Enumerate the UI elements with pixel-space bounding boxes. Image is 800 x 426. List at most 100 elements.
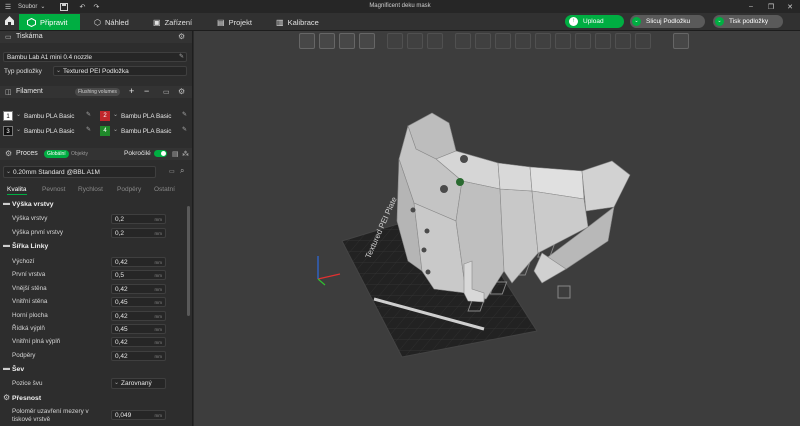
app-menu-icon[interactable]: ☰	[2, 0, 14, 13]
param-unit: mm	[154, 327, 163, 332]
undo-icon[interactable]: ↶	[75, 0, 89, 13]
param-line-width-input[interactable]: 0,42 mm	[111, 257, 166, 267]
save-preset-icon[interactable]: ▭	[169, 168, 175, 175]
param-layer-height-input[interactable]: 0,2 mm	[111, 214, 166, 224]
tab-project[interactable]: ▤ Projekt	[217, 14, 252, 30]
advanced-toggle[interactable]	[154, 150, 167, 157]
filament-settings-icon[interactable]: ⚙	[178, 87, 185, 96]
param-label: Výška první vrstvy	[12, 229, 64, 236]
filament-edit-icon[interactable]: ✎	[86, 126, 91, 133]
plate-type-value: Textured PEI Podložka	[63, 68, 129, 75]
param-line-width-input[interactable]: 0,45 mm	[111, 297, 166, 308]
upload-button[interactable]: ↑ Upload	[565, 15, 624, 28]
param-value: 0,45	[115, 299, 128, 307]
param-unit: mm	[154, 300, 163, 306]
device-icon: ▣	[153, 17, 161, 27]
filament-slot-name: Bambu PLA Basic	[121, 113, 172, 120]
calibration-icon: ▥	[276, 17, 284, 27]
filament-slot-number: 3	[3, 126, 13, 136]
main-toolbar: Připravit ⬡ Náhled ▣ Zařízení ▤ Projekt …	[0, 13, 800, 31]
tab-strength[interactable]: Pevnost	[42, 186, 66, 193]
param-line-width-input[interactable]: 0,42 mm	[111, 350, 166, 361]
process-extra-icon[interactable]: ⁂	[182, 150, 189, 158]
layer-height-icon: ▬	[3, 200, 10, 207]
param-line-width-input[interactable]: 0,5 mm	[111, 270, 166, 281]
param-value: 0,42	[115, 352, 128, 360]
filament-edit-icon[interactable]: ✎	[182, 126, 187, 133]
process-preset-select[interactable]: ⌄ 0.20mm Standard @BBL A1M	[3, 166, 156, 178]
printer-settings-icon[interactable]: ⚙	[178, 32, 185, 41]
restore-icon[interactable]: ❐	[764, 0, 778, 13]
tab-preview[interactable]: ⬡ Náhled	[94, 14, 129, 30]
mask-model[interactable]	[396, 112, 631, 303]
filament-slot-2[interactable]: 2 ⌄ Bambu PLA Basic ✎	[100, 111, 192, 122]
slice-plate-button[interactable]: ⌄ Slicuj Podložku	[630, 15, 705, 28]
tab-calibration[interactable]: ▥ Kalibrace	[276, 14, 319, 30]
redo-icon[interactable]: ↷	[89, 0, 103, 13]
home-icon[interactable]	[4, 15, 16, 29]
file-menu-label: Soubor	[18, 3, 38, 10]
tab-quality[interactable]: Kvalita	[7, 186, 27, 195]
sync-filament-icon[interactable]: ▭	[163, 88, 170, 96]
tab-prepare[interactable]: Připravit	[19, 14, 80, 30]
filament-section-title: Filament	[16, 88, 43, 95]
window-title: Magnificent deku mask	[369, 3, 431, 9]
precision-icon: ⚙	[3, 393, 11, 402]
param-first-layer-height-input[interactable]: 0,2 mm	[111, 228, 166, 238]
param-value: 0,049	[115, 412, 132, 419]
printer-edit-icon[interactable]: ✎	[179, 53, 184, 60]
plate-tool-icon[interactable]	[557, 285, 571, 299]
objects-toggle[interactable]: Objekty	[71, 151, 88, 157]
sidebar-scrollbar[interactable]	[187, 206, 190, 316]
tab-support[interactable]: Podpěry	[117, 186, 141, 193]
flushing-volumes-button[interactable]: Flushing volumes	[75, 88, 120, 96]
param-label: Vnitřní stěna	[12, 298, 48, 306]
param-label: Pozice švu	[12, 380, 43, 387]
param-label: Výchozí	[12, 258, 35, 265]
tab-device[interactable]: ▣ Zařízení	[153, 14, 192, 30]
slice-plate-label: Slicuj Podložku	[646, 18, 691, 25]
group-line-width: Šířka Linky	[12, 243, 49, 250]
plate-type-select[interactable]: ⌄ Textured PEI Podložka	[53, 66, 187, 76]
chevron-down-icon: ⌄	[114, 380, 120, 386]
param-line-width-input[interactable]: 0,45 mm	[111, 324, 166, 334]
process-preset-value: 0.20mm Standard @BBL A1M	[13, 169, 100, 176]
add-filament-icon[interactable]: +	[129, 86, 134, 96]
param-line-width-input[interactable]: 0,42 mm	[111, 310, 166, 321]
param-label: Výška vrstvy	[12, 215, 48, 222]
global-toggle[interactable]: Globální	[44, 150, 69, 158]
filament-slot-1[interactable]: 1 ⌄ Bambu PLA Basic ✎	[3, 111, 95, 122]
3d-viewport[interactable]: Textured PEI Plate	[194, 31, 800, 426]
slice-dropdown-icon[interactable]: ⌄	[632, 17, 641, 26]
param-line-width-input[interactable]: 0,42 mm	[111, 337, 166, 348]
process-tabs: Kvalita Pevnost Rychlost Podpěry Ostatní	[0, 185, 192, 197]
print-plate-button[interactable]: ⌄ Tisk podložky	[713, 15, 783, 28]
param-value: 0,42	[115, 312, 128, 320]
param-unit: mm	[154, 260, 163, 265]
upload-label: Upload	[583, 18, 604, 25]
param-label: Podpěry	[12, 351, 36, 359]
compare-icon[interactable]: ▤	[172, 150, 179, 158]
close-icon[interactable]: ✕	[783, 0, 797, 13]
printer-select[interactable]: Bambu Lab A1 mini 0.4 nozzle ✎	[3, 52, 187, 62]
filament-edit-icon[interactable]: ✎	[86, 111, 91, 118]
filament-slot-name: Bambu PLA Basic	[121, 128, 172, 135]
print-dropdown-icon[interactable]: ⌄	[715, 17, 724, 26]
filament-slot-4[interactable]: 4 ⌄ Bambu PLA Basic ✎	[100, 126, 192, 137]
x-axis	[317, 273, 341, 280]
file-menu[interactable]: Soubor ⌄	[14, 0, 49, 13]
param-seam-position-select[interactable]: ⌄ Zarovnaný	[111, 378, 166, 389]
minimize-icon[interactable]: –	[744, 0, 758, 13]
chevron-down-icon: ⌄	[6, 169, 12, 175]
param-slice-closing-radius-input[interactable]: 0,049 mm	[111, 410, 166, 420]
filament-edit-icon[interactable]: ✎	[182, 111, 187, 118]
search-icon[interactable]: ⌕	[180, 166, 184, 176]
param-unit: mm	[154, 286, 163, 292]
remove-filament-icon[interactable]: −	[144, 86, 149, 96]
param-line-width-input[interactable]: 0,42 mm	[111, 283, 166, 294]
tab-others[interactable]: Ostatní	[154, 186, 175, 193]
tab-speed[interactable]: Rychlost	[78, 186, 103, 193]
printer-section-header[interactable]: ▭ Tiskárna ⚙	[0, 31, 192, 43]
save-icon[interactable]	[57, 0, 71, 13]
filament-slot-3[interactable]: 3 ⌄ Bambu PLA Basic ✎	[3, 126, 95, 137]
